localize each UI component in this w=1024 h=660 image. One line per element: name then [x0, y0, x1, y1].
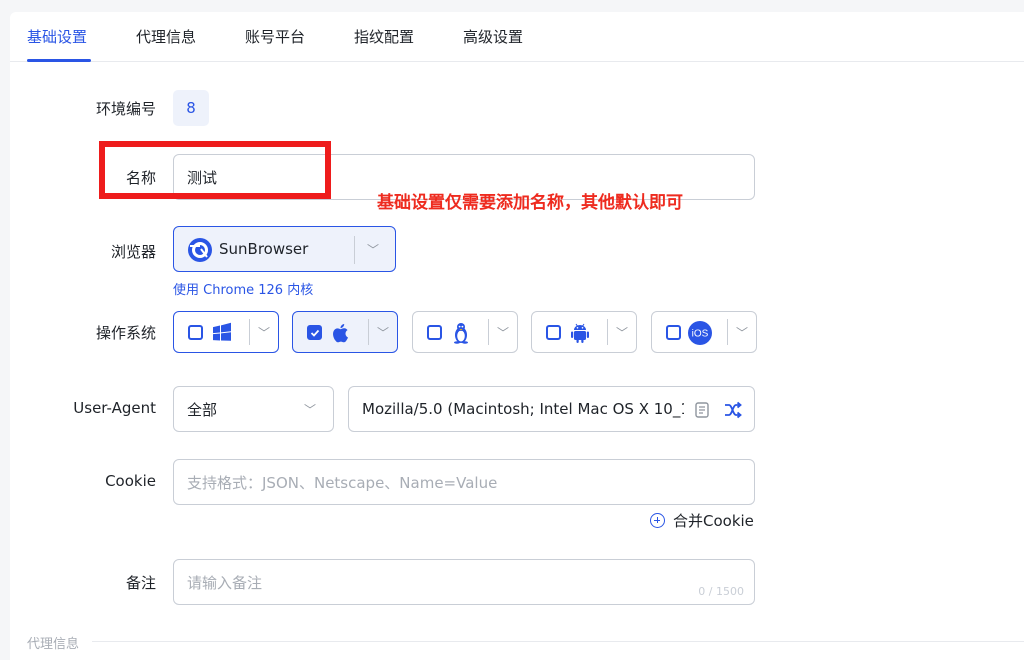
chevron-down-icon[interactable]: ﹀: [304, 401, 316, 418]
remark-char-counter: 0 / 1500: [698, 585, 744, 598]
active-tab-indicator: [27, 59, 91, 62]
linux-checkbox[interactable]: [427, 325, 442, 340]
browser-kernel-hint: 使用 Chrome 126 内核: [173, 283, 314, 298]
os-option-macos[interactable]: ﹀: [292, 311, 398, 353]
browser-select[interactable]: SunBrowser ﹀: [173, 226, 396, 272]
remark-placeholder: 请输入备注: [187, 573, 263, 592]
tab-proxy-info[interactable]: 代理信息: [136, 26, 196, 47]
browser-select-value: SunBrowser: [219, 240, 309, 258]
ios-icon-text: iOS: [692, 329, 709, 340]
divider: [354, 236, 355, 264]
divider: [368, 319, 369, 345]
cookie-placeholder: 支持格式：JSON、Netscape、Name=Value: [187, 473, 498, 492]
user-agent-value: Mozilla/5.0 (Macintosh; Intel Mac OS X 1…: [362, 400, 684, 418]
tab-fingerprint-config[interactable]: 指纹配置: [354, 26, 414, 47]
cookie-label: Cookie: [105, 472, 156, 490]
os-option-android[interactable]: ﹀: [531, 311, 637, 353]
remark-label: 备注: [125, 574, 156, 592]
ios-icon: iOS: [688, 321, 712, 345]
sunbrowser-logo-icon: [188, 238, 212, 262]
os-option-windows[interactable]: ﹀: [173, 311, 279, 353]
shuffle-icon[interactable]: [724, 401, 742, 419]
chevron-down-icon[interactable]: ﹀: [377, 324, 389, 341]
plus-circle-icon: [650, 513, 665, 528]
chevron-down-icon[interactable]: ﹀: [497, 324, 509, 341]
section-divider: [92, 641, 1024, 642]
tab-account-platform[interactable]: 账号平台: [245, 26, 305, 47]
section-title-proxy-info: 代理信息: [27, 637, 80, 652]
os-option-ios[interactable]: iOS ﹀: [651, 311, 757, 353]
user-agent-filter-select[interactable]: 全部 ﹀: [173, 386, 334, 432]
linux-icon: [454, 323, 468, 344]
settings-panel: 基础设置 代理信息 账号平台 指纹配置 高级设置 环境编号 8 名称 测试 基础…: [10, 12, 1024, 660]
env-number-label: 环境编号: [95, 100, 156, 118]
windows-icon: [213, 322, 231, 341]
windows-checkbox[interactable]: [188, 325, 203, 340]
merge-cookie-label: 合并Cookie: [673, 512, 754, 530]
ios-checkbox[interactable]: [666, 325, 681, 340]
chevron-down-icon[interactable]: ﹀: [616, 324, 628, 341]
divider: [488, 319, 489, 345]
tab-basic-settings[interactable]: 基础设置: [27, 26, 87, 47]
annotation-highlight-box: [99, 141, 331, 199]
apple-icon: [333, 324, 348, 343]
annotation-text: 基础设置仅需要添加名称，其他默认即可: [377, 193, 683, 213]
chevron-down-icon[interactable]: ﹀: [258, 324, 270, 341]
divider: [607, 319, 608, 345]
cookie-input[interactable]: 支持格式：JSON、Netscape、Name=Value: [173, 459, 755, 505]
user-agent-filter-value: 全部: [187, 400, 218, 419]
android-icon: [571, 323, 589, 343]
user-agent-label: User-Agent: [73, 399, 156, 417]
divider: [249, 319, 250, 345]
merge-cookie-button[interactable]: 合并Cookie: [650, 510, 754, 531]
chevron-down-icon[interactable]: ﹀: [367, 241, 379, 258]
tab-bar: 基础设置 代理信息 账号平台 指纹配置 高级设置: [10, 12, 1024, 62]
browser-label: 浏览器: [110, 243, 156, 261]
os-label: 操作系统: [95, 324, 156, 342]
user-agent-input[interactable]: Mozilla/5.0 (Macintosh; Intel Mac OS X 1…: [348, 386, 755, 432]
android-checkbox[interactable]: [546, 325, 561, 340]
document-icon[interactable]: [695, 402, 709, 418]
divider: [727, 319, 728, 345]
env-number-value: 8: [173, 90, 209, 126]
tab-advanced-settings[interactable]: 高级设置: [463, 26, 523, 47]
macos-checkbox[interactable]: [307, 325, 322, 340]
remark-textarea[interactable]: 请输入备注 0 / 1500: [173, 559, 755, 605]
os-option-linux[interactable]: ﹀: [412, 311, 518, 353]
chevron-down-icon[interactable]: ﹀: [736, 324, 748, 341]
